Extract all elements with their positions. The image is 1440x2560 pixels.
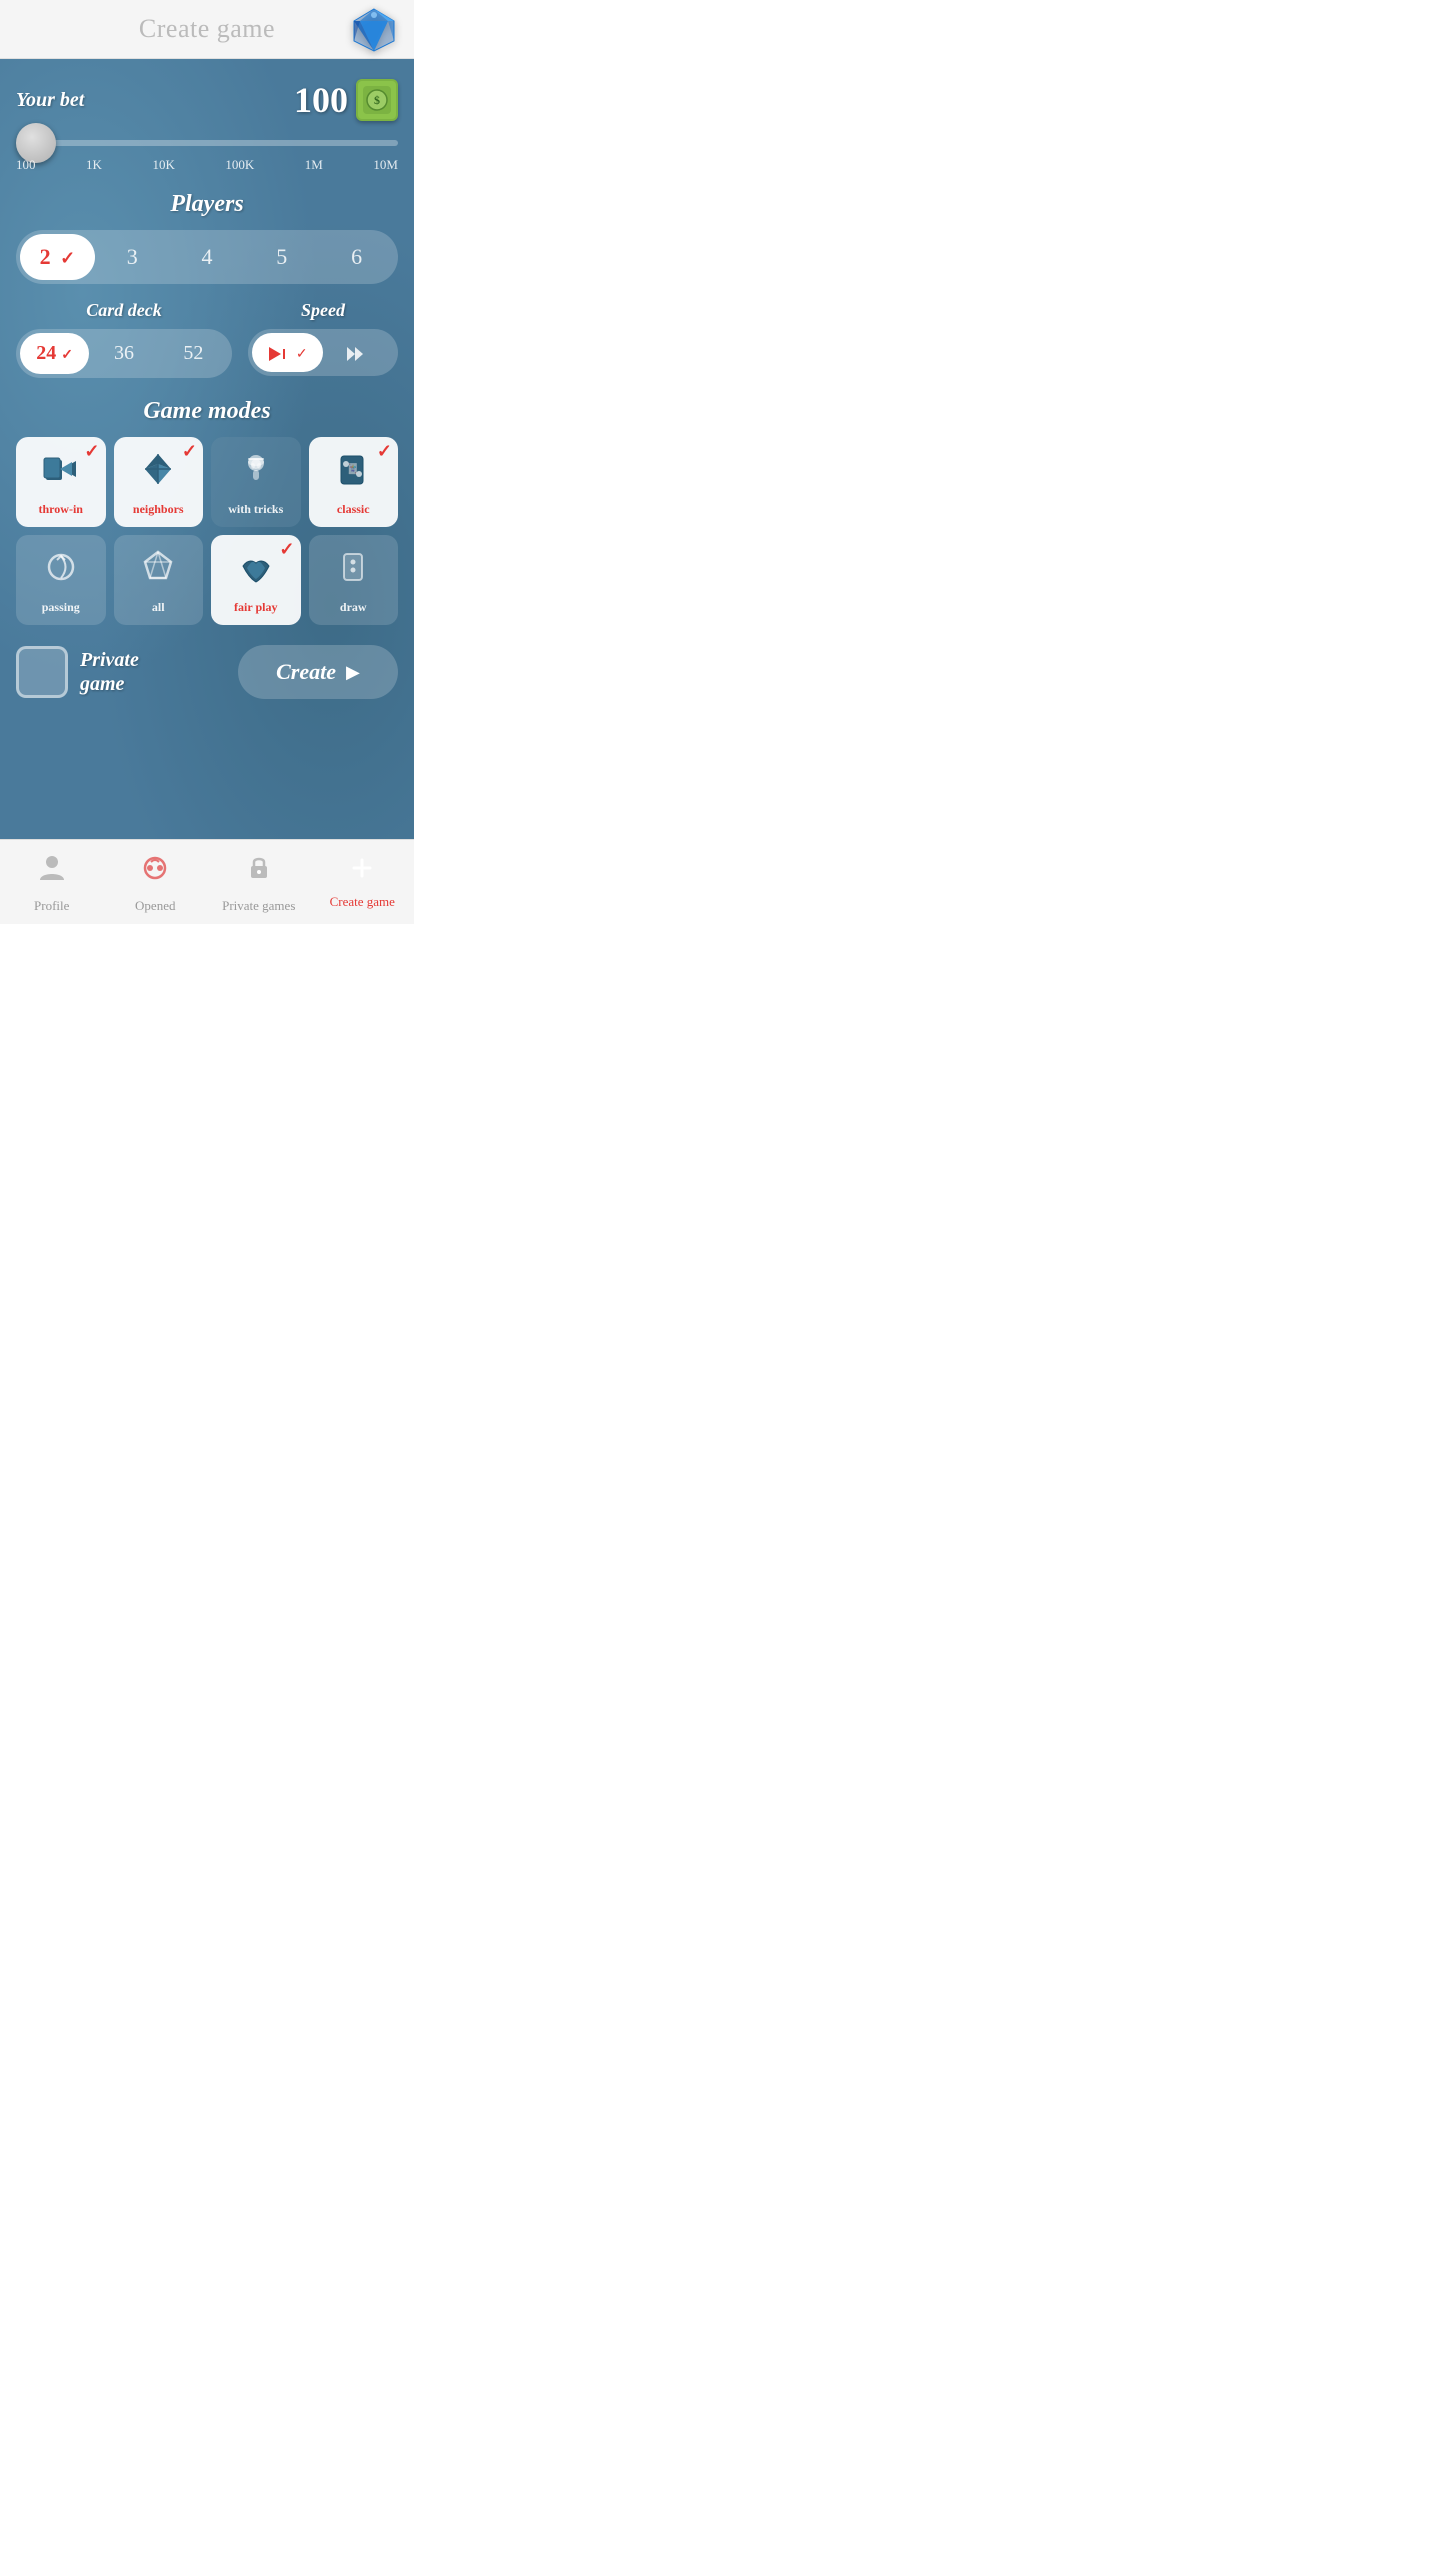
speed-title: Speed bbox=[248, 300, 398, 321]
all-label: all bbox=[152, 600, 165, 615]
neighbors-check: ✓ bbox=[182, 441, 197, 462]
deck-speed-row: Card deck 24 ✓ 36 52 Speed ✓ bbox=[16, 300, 398, 378]
private-game-checkbox[interactable] bbox=[16, 646, 68, 698]
slider-label-1k: 1K bbox=[86, 157, 102, 173]
speed-option-fast[interactable] bbox=[323, 333, 394, 372]
create-button-label: Create bbox=[276, 659, 336, 685]
private-games-icon bbox=[243, 852, 275, 892]
game-modes-grid: ✓ throw-in ✓ bbox=[16, 437, 398, 625]
players-option-5[interactable]: 5 bbox=[244, 234, 319, 280]
opened-icon bbox=[139, 852, 171, 892]
draw-label: draw bbox=[340, 600, 367, 615]
mode-passing[interactable]: passing bbox=[16, 535, 106, 625]
slider-label-100k: 100K bbox=[225, 157, 254, 173]
passing-icon bbox=[42, 548, 80, 594]
fair-play-label: fair play bbox=[234, 600, 277, 615]
bottom-nav: Profile Opened Private games bbox=[0, 839, 414, 924]
mode-neighbors[interactable]: ✓ neighbors bbox=[114, 437, 204, 527]
classic-check: ✓ bbox=[377, 441, 392, 462]
mode-draw[interactable]: draw bbox=[309, 535, 399, 625]
neighbors-icon bbox=[139, 450, 177, 496]
draw-icon bbox=[334, 548, 372, 594]
neighbors-label: neighbors bbox=[133, 502, 184, 517]
bet-section: Your bet 100 $ bbox=[16, 79, 398, 121]
create-game-icon bbox=[350, 856, 374, 888]
bet-coin-icon: $ bbox=[356, 79, 398, 121]
throw-in-label: throw-in bbox=[39, 502, 83, 517]
svg-text:$: $ bbox=[374, 93, 380, 107]
create-button[interactable]: Create ▶ bbox=[238, 645, 398, 699]
mode-with-tricks[interactable]: with tricks bbox=[211, 437, 301, 527]
nav-opened-label: Opened bbox=[135, 898, 175, 914]
with-tricks-icon bbox=[237, 450, 275, 496]
throw-in-check: ✓ bbox=[84, 441, 99, 462]
players-option-6[interactable]: 6 bbox=[319, 234, 394, 280]
mode-classic[interactable]: ✓ 🃏 classic bbox=[309, 437, 399, 527]
players-selector: 2 ✓ 3 4 5 6 bbox=[16, 230, 398, 284]
deck-option-24[interactable]: 24 ✓ bbox=[20, 333, 89, 374]
header: Create game bbox=[0, 0, 414, 59]
mode-fair-play[interactable]: ✓ fair play bbox=[211, 535, 301, 625]
nav-profile[interactable]: Profile bbox=[0, 840, 104, 924]
slider-label-10k: 10K bbox=[152, 157, 174, 173]
fair-play-check: ✓ bbox=[279, 539, 294, 560]
game-modes-title: Game modes bbox=[16, 398, 398, 425]
all-icon bbox=[139, 548, 177, 594]
bet-label: Your bet bbox=[16, 89, 84, 112]
players-title: Players bbox=[16, 191, 398, 218]
bet-value: 100 bbox=[294, 79, 348, 121]
mode-throw-in[interactable]: ✓ throw-in bbox=[16, 437, 106, 527]
nav-private-games[interactable]: Private games bbox=[207, 840, 311, 924]
bottom-row: Privategame Create ▶ bbox=[16, 645, 398, 699]
bet-value-group: 100 $ bbox=[294, 79, 398, 121]
players-option-3[interactable]: 3 bbox=[95, 234, 170, 280]
nav-create-game[interactable]: Create game bbox=[311, 840, 415, 924]
fair-play-icon bbox=[237, 548, 275, 594]
slider-label-1m: 1M bbox=[305, 157, 323, 173]
deck-option-36[interactable]: 36 bbox=[89, 333, 158, 374]
with-tricks-label: with tricks bbox=[228, 502, 283, 517]
create-button-arrow: ▶ bbox=[346, 662, 360, 683]
main-content: Your bet 100 $ 100 1K 10K 100K 1M 10M Pl… bbox=[0, 59, 414, 839]
speed-selector: ✓ bbox=[248, 329, 398, 376]
slider-label-10m: 10M bbox=[373, 157, 398, 173]
deck-section: Card deck 24 ✓ 36 52 bbox=[16, 300, 232, 378]
deck-option-52[interactable]: 52 bbox=[159, 333, 228, 374]
mode-all[interactable]: all bbox=[114, 535, 204, 625]
profile-icon bbox=[36, 852, 68, 892]
private-game-label: Privategame bbox=[80, 648, 139, 696]
private-game-group: Privategame bbox=[16, 646, 139, 698]
svg-text:🃏: 🃏 bbox=[347, 462, 359, 475]
nav-create-game-label: Create game bbox=[330, 894, 395, 910]
throw-in-icon bbox=[42, 450, 80, 496]
deck-selector: 24 ✓ 36 52 bbox=[16, 329, 232, 378]
deck-title: Card deck bbox=[16, 300, 232, 321]
passing-label: passing bbox=[42, 600, 80, 615]
players-option-2[interactable]: 2 ✓ bbox=[20, 234, 95, 280]
bet-slider[interactable] bbox=[16, 140, 398, 146]
page-title: Create game bbox=[139, 14, 275, 44]
nav-profile-label: Profile bbox=[34, 898, 69, 914]
speed-section: Speed ✓ bbox=[248, 300, 398, 378]
slider-label-100: 100 bbox=[16, 157, 36, 173]
bet-slider-container[interactable]: 100 1K 10K 100K 1M 10M bbox=[16, 133, 398, 173]
gem-icon bbox=[350, 5, 398, 53]
players-option-4[interactable]: 4 bbox=[170, 234, 245, 280]
nav-private-games-label: Private games bbox=[222, 898, 295, 914]
nav-opened[interactable]: Opened bbox=[104, 840, 208, 924]
classic-icon: 🃏 bbox=[334, 450, 372, 496]
speed-option-normal[interactable]: ✓ bbox=[252, 333, 323, 372]
classic-label: classic bbox=[337, 502, 370, 517]
